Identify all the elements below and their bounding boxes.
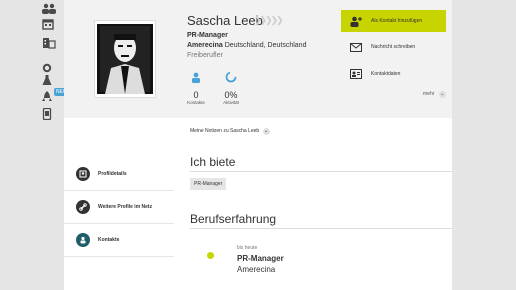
link-icon: [76, 200, 90, 214]
profile-status: Freiberufler: [187, 52, 223, 59]
offer-heading: Ich biete: [190, 155, 236, 169]
avatar: [94, 20, 156, 98]
profile-company[interactable]: Amerecina: [187, 42, 223, 49]
calendar-icon[interactable]: [42, 17, 56, 31]
contact-card-icon: [349, 69, 363, 79]
add-contact-button[interactable]: Als Kontakt hinzufügen: [341, 10, 446, 32]
mobile-icon[interactable]: [42, 107, 56, 121]
add-person-icon: [349, 16, 363, 27]
people-icon[interactable]: [42, 2, 56, 16]
notes-label: Meine Notizen zu Sascha Leeb: [190, 128, 260, 134]
contacts-stat[interactable]: 0 Kontakte: [181, 70, 211, 105]
contacts-label: Kontakte: [187, 100, 205, 105]
divider: [190, 171, 452, 172]
rating-icon: ❯❯❯❯❯: [254, 15, 284, 25]
timeline-dot: [207, 252, 214, 259]
profile-job-title: PR-Manager: [187, 32, 228, 39]
more-toggle[interactable]: mehr ⌄: [423, 91, 446, 98]
profile-location: Deutschland, Deutschland: [224, 42, 307, 49]
experience-job-title: PR-Manager: [237, 254, 284, 263]
profile-company-location: Amerecina Deutschland, Deutschland: [187, 42, 306, 49]
settings-icon[interactable]: [42, 60, 56, 74]
sidebar-item-label: Weitere Profile im Netz: [98, 204, 153, 210]
write-message-label: Nachricht schreiben: [371, 44, 416, 50]
activity-ring-icon: [225, 71, 237, 83]
divider: [190, 228, 452, 229]
flask-icon[interactable]: [42, 73, 56, 87]
profile-details-icon: [76, 167, 90, 181]
contact-data-button[interactable]: Kontaktdaten: [341, 63, 446, 85]
activity-value: 0%: [224, 90, 238, 100]
sidebar-item-label: Kontakte: [98, 237, 120, 243]
envelope-icon: [349, 42, 363, 52]
experience-heading: Berufserfahrung: [190, 212, 277, 226]
profile-name: Sascha Leeb: [187, 13, 263, 28]
person-icon: [192, 72, 200, 83]
notes-toggle[interactable]: Meine Notizen zu Sascha Leeb ⌄: [190, 128, 270, 135]
profile-sidebar: Profildetails Weitere Profile im Netz Ko…: [64, 158, 174, 257]
add-contact-label: Als Kontakt hinzufügen: [371, 18, 423, 24]
chevron-down-icon: ⌄: [262, 128, 270, 135]
activity-label: Aktivität: [223, 100, 239, 105]
contacts-count: 0: [193, 90, 199, 100]
sidebar-item-kontakte[interactable]: Kontakte: [64, 224, 174, 257]
company-icon[interactable]: [42, 36, 56, 50]
write-message-button[interactable]: Nachricht schreiben: [341, 36, 446, 58]
skill-tag[interactable]: PR-Manager: [190, 178, 227, 190]
sidebar-item-weitere-profile[interactable]: Weitere Profile im Netz: [64, 191, 174, 224]
more-label: mehr: [423, 91, 435, 97]
contacts-icon: [76, 233, 90, 247]
sidebar-item-profildetails[interactable]: Profildetails: [64, 158, 174, 191]
experience-period: bis heute: [237, 245, 258, 251]
contact-data-label: Kontaktdaten: [371, 71, 401, 77]
chevron-down-icon: ⌄: [438, 91, 446, 98]
left-rail: NEU: [0, 0, 69, 290]
experience-company: Amerecina: [237, 265, 276, 274]
sidebar-item-label: Profildetails: [98, 171, 127, 177]
activity-stat[interactable]: 0% Aktivität: [216, 70, 246, 105]
